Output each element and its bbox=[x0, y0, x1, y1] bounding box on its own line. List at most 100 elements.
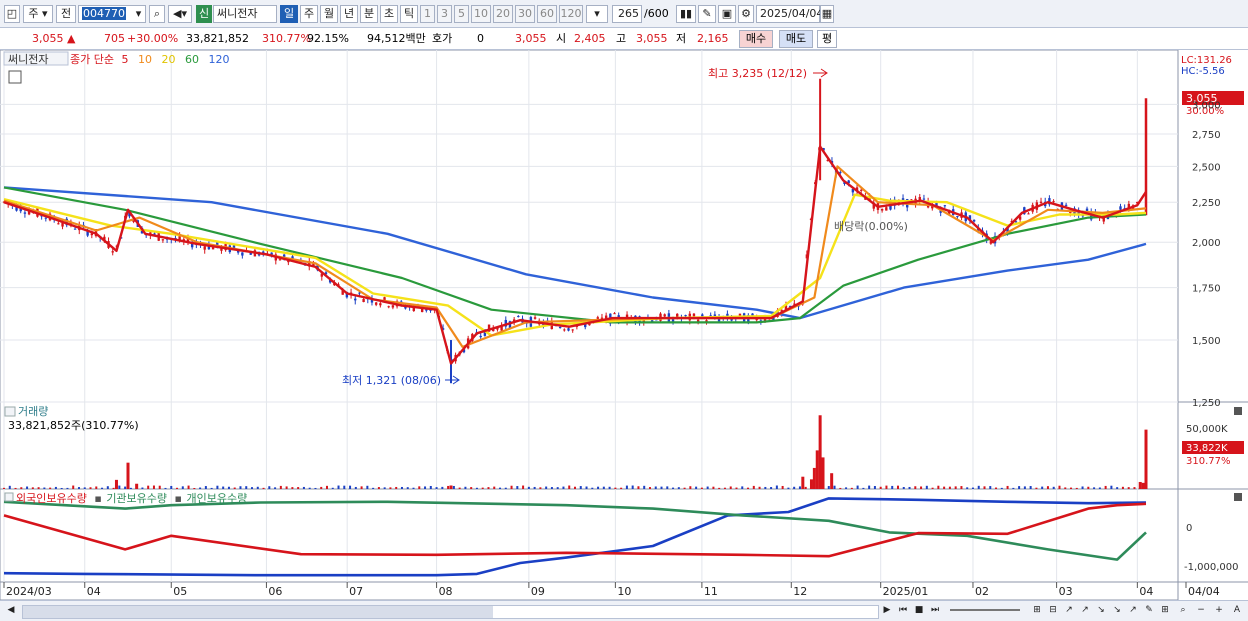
volume-bar bbox=[885, 485, 888, 489]
calendar-icon[interactable]: ▦ bbox=[820, 5, 834, 23]
tool-icon-8[interactable]: ✎ bbox=[1142, 604, 1156, 618]
zoom-search-icon[interactable]: ⌕ bbox=[1176, 604, 1190, 618]
table-icon[interactable] bbox=[8, 70, 22, 84]
volume-bar bbox=[943, 486, 946, 489]
low-label: 저 bbox=[676, 32, 687, 45]
holding-axis-min: -1,000,000 bbox=[1184, 562, 1239, 573]
volume-bar bbox=[95, 486, 98, 489]
interval-20-button[interactable]: 20 bbox=[493, 5, 513, 23]
period-month-button[interactable]: 월 bbox=[320, 5, 338, 23]
volume-panel-close-icon[interactable] bbox=[1234, 407, 1242, 415]
holding-panel-close-icon[interactable] bbox=[1234, 493, 1242, 501]
gear-icon[interactable]: ⚙ bbox=[738, 5, 754, 23]
candle-body bbox=[362, 299, 365, 303]
period-day-button[interactable]: 일 bbox=[280, 5, 298, 23]
save-icon[interactable]: ▣ bbox=[718, 5, 736, 23]
count-input[interactable]: 265 bbox=[612, 5, 642, 23]
volume-value: 33,821,852주(310.77%) bbox=[8, 419, 139, 432]
interval-30-button[interactable]: 30 bbox=[515, 5, 535, 23]
scroll-left-icon[interactable]: ◀ bbox=[4, 604, 18, 618]
volume-bar bbox=[591, 487, 594, 489]
volume-bar bbox=[360, 486, 363, 489]
zoom-in-icon[interactable]: + bbox=[1212, 604, 1226, 618]
period-second-button[interactable]: 초 bbox=[380, 5, 398, 23]
period-type-select[interactable]: 주 ▾ bbox=[23, 5, 53, 23]
avg-button[interactable]: 평 bbox=[817, 30, 837, 48]
hoga-value: 0 bbox=[477, 32, 484, 45]
scroll-thumb[interactable] bbox=[23, 606, 493, 618]
volume-bar bbox=[337, 485, 340, 489]
volume-bar bbox=[8, 485, 11, 489]
scroll-right-icon[interactable]: ▶ bbox=[880, 604, 894, 618]
interval-5-button[interactable]: 5 bbox=[454, 5, 469, 23]
tool-icon-4[interactable]: ↗ bbox=[1078, 604, 1092, 618]
period-week-button[interactable]: 주 bbox=[300, 5, 318, 23]
volume-bar bbox=[1023, 486, 1026, 489]
volume-bar bbox=[1046, 486, 1049, 489]
volume-bar bbox=[66, 487, 69, 489]
period-tick-button[interactable]: 틱 bbox=[400, 5, 418, 23]
low-value: 2,165 bbox=[697, 32, 729, 45]
x-tick-label: 06 bbox=[268, 585, 282, 598]
ex-dividend-annotation: 배당락(0.00%) bbox=[834, 220, 908, 233]
zoom-out-icon[interactable]: − bbox=[1194, 604, 1208, 618]
volume-bar bbox=[568, 485, 571, 489]
volume-bar bbox=[850, 487, 853, 489]
rewind-icon[interactable]: ⏮ bbox=[896, 604, 910, 618]
volume-panel-icon[interactable] bbox=[4, 406, 16, 417]
interval-dropdown[interactable]: ▾ bbox=[586, 5, 608, 23]
code-dropdown-icon[interactable]: ▾ bbox=[132, 5, 146, 23]
search-icon[interactable]: ⌕ bbox=[149, 5, 165, 23]
sell-button[interactable]: 매도 bbox=[779, 30, 813, 48]
scrollbar[interactable]: ◀ ▶ ⏮ ■ ⏭ ⊞ ⊟ ↗ ↗ ↘ ↘ ↗ ✎ ⊞ ⌕ − + A bbox=[0, 600, 1248, 621]
window-menu-icon[interactable]: ◰ bbox=[4, 5, 20, 23]
volume-bar bbox=[464, 486, 467, 489]
tool-icon-7[interactable]: ↗ bbox=[1126, 604, 1140, 618]
volume-bar bbox=[129, 487, 132, 489]
volume-bar bbox=[527, 486, 530, 489]
volume-bar bbox=[152, 485, 155, 489]
tool-icon-1[interactable]: ⊞ bbox=[1030, 604, 1044, 618]
tool-icon-3[interactable]: ↗ bbox=[1062, 604, 1076, 618]
volume-bar bbox=[504, 487, 507, 489]
volume: 33,821,852 bbox=[186, 32, 249, 45]
stop-icon[interactable]: ■ bbox=[912, 604, 926, 618]
candle-body bbox=[1052, 201, 1055, 203]
volume-bar bbox=[331, 487, 334, 489]
stock-name-field[interactable]: 써니전자 bbox=[213, 5, 277, 23]
tool-icon-2[interactable]: ⊟ bbox=[1046, 604, 1060, 618]
interval-60-button[interactable]: 60 bbox=[537, 5, 557, 23]
scroll-track[interactable] bbox=[22, 605, 879, 619]
volume-bar bbox=[602, 486, 605, 489]
volume-bar bbox=[37, 487, 40, 489]
candle-icon[interactable]: ▮▮ bbox=[676, 5, 696, 23]
holding-panel-icon[interactable] bbox=[4, 492, 14, 502]
font-size-icon[interactable]: A bbox=[1230, 604, 1244, 618]
price-tick-label: 2,750 bbox=[1192, 130, 1221, 141]
period-minute-button[interactable]: 분 bbox=[360, 5, 378, 23]
volume-bar bbox=[666, 486, 669, 489]
candle-body bbox=[203, 246, 206, 250]
draw-tool-icon[interactable]: ✎ bbox=[698, 5, 716, 23]
interval-120-button[interactable]: 120 bbox=[559, 5, 583, 23]
forward-icon[interactable]: ⏭ bbox=[928, 604, 942, 618]
tool-icon-6[interactable]: ↘ bbox=[1110, 604, 1124, 618]
volume-bar bbox=[712, 486, 715, 489]
tool-icon-5[interactable]: ↘ bbox=[1094, 604, 1108, 618]
volume-bar bbox=[372, 487, 375, 489]
volume-bar bbox=[499, 487, 502, 489]
interval-1-button[interactable]: 1 bbox=[420, 5, 435, 23]
tool-icon-9[interactable]: ⊞ bbox=[1158, 604, 1172, 618]
volume-bar-peak bbox=[809, 479, 813, 489]
volume-bar bbox=[902, 487, 905, 489]
date-input[interactable]: 2025/04/04 bbox=[756, 5, 823, 23]
interval-10-button[interactable]: 10 bbox=[471, 5, 491, 23]
price-chart[interactable]: 써니전자 종가 단순 5 10 20 60 120 LC:131.26 HC:-… bbox=[0, 50, 1248, 600]
prev-button[interactable]: 전 bbox=[56, 5, 76, 23]
zoom-slider[interactable] bbox=[950, 609, 1020, 611]
volume-bar bbox=[481, 487, 484, 489]
interval-3-button[interactable]: 3 bbox=[437, 5, 452, 23]
period-year-button[interactable]: 년 bbox=[340, 5, 358, 23]
sound-icon[interactable]: ◀▾ bbox=[168, 5, 192, 23]
buy-button[interactable]: 매수 bbox=[739, 30, 773, 48]
